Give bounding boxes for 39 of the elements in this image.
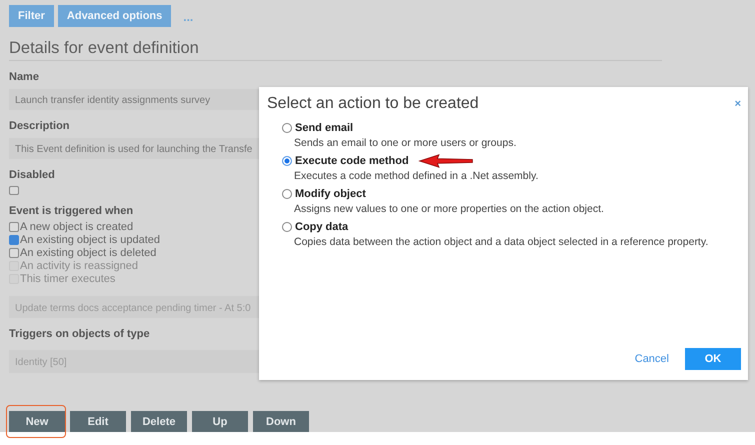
- action-button[interactable]: New: [9, 411, 65, 432]
- option-title: Send email: [295, 122, 354, 134]
- dialog-title: Select an action to be created: [267, 95, 479, 113]
- checkbox[interactable]: [9, 186, 19, 195]
- ok-button[interactable]: OK: [685, 348, 741, 370]
- toolbar-button[interactable]: Advanced options: [58, 5, 172, 27]
- option-title: Copy data: [295, 221, 348, 233]
- toolbar-button[interactable]: Filter: [9, 5, 54, 27]
- checkbox-label: An existing object is updated: [20, 234, 160, 246]
- more-button[interactable]: ...: [183, 10, 194, 24]
- cancel-link[interactable]: Cancel: [634, 353, 669, 365]
- action-button[interactable]: Delete: [131, 411, 187, 432]
- action-button[interactable]: Edit: [70, 411, 126, 432]
- radio-button[interactable]: [282, 222, 292, 232]
- radio-button[interactable]: [282, 156, 292, 166]
- checkbox-label: An existing object is deleted: [20, 247, 156, 260]
- field-label: Description: [9, 120, 70, 132]
- action-button[interactable]: Up: [192, 411, 248, 432]
- option-title: Execute code method: [295, 155, 409, 167]
- option-description: Assigns new values to one or more properties on the action object.: [293, 203, 605, 215]
- action-button[interactable]: Down: [253, 411, 309, 432]
- option-description: Copies data between the action object and a data object selected in a reference property.: [293, 236, 710, 248]
- radio-button[interactable]: [282, 123, 292, 133]
- checkbox[interactable]: [9, 222, 19, 232]
- option-description: Sends an email to one or more users or groups.: [293, 137, 518, 149]
- field-label: Event is triggered when: [9, 204, 134, 217]
- field-label: Triggers on objects of type: [9, 328, 150, 340]
- section-title: Details for event definition: [9, 39, 662, 61]
- option-description: Executes a code method defined in a .Net assembly.: [293, 170, 540, 182]
- checkbox-label: An activity is reassigned: [20, 260, 138, 272]
- checkbox[interactable]: [9, 235, 19, 246]
- option-title: Modify object: [295, 188, 366, 200]
- field-label: Name: [9, 71, 39, 83]
- field-label: Disabled: [9, 168, 55, 181]
- close-icon[interactable]: ×: [734, 98, 741, 110]
- checkbox[interactable]: [9, 248, 19, 258]
- radio-button[interactable]: [282, 189, 292, 199]
- checkbox-label: This timer executes: [20, 273, 116, 286]
- checkbox-label: A new object is created: [20, 221, 134, 234]
